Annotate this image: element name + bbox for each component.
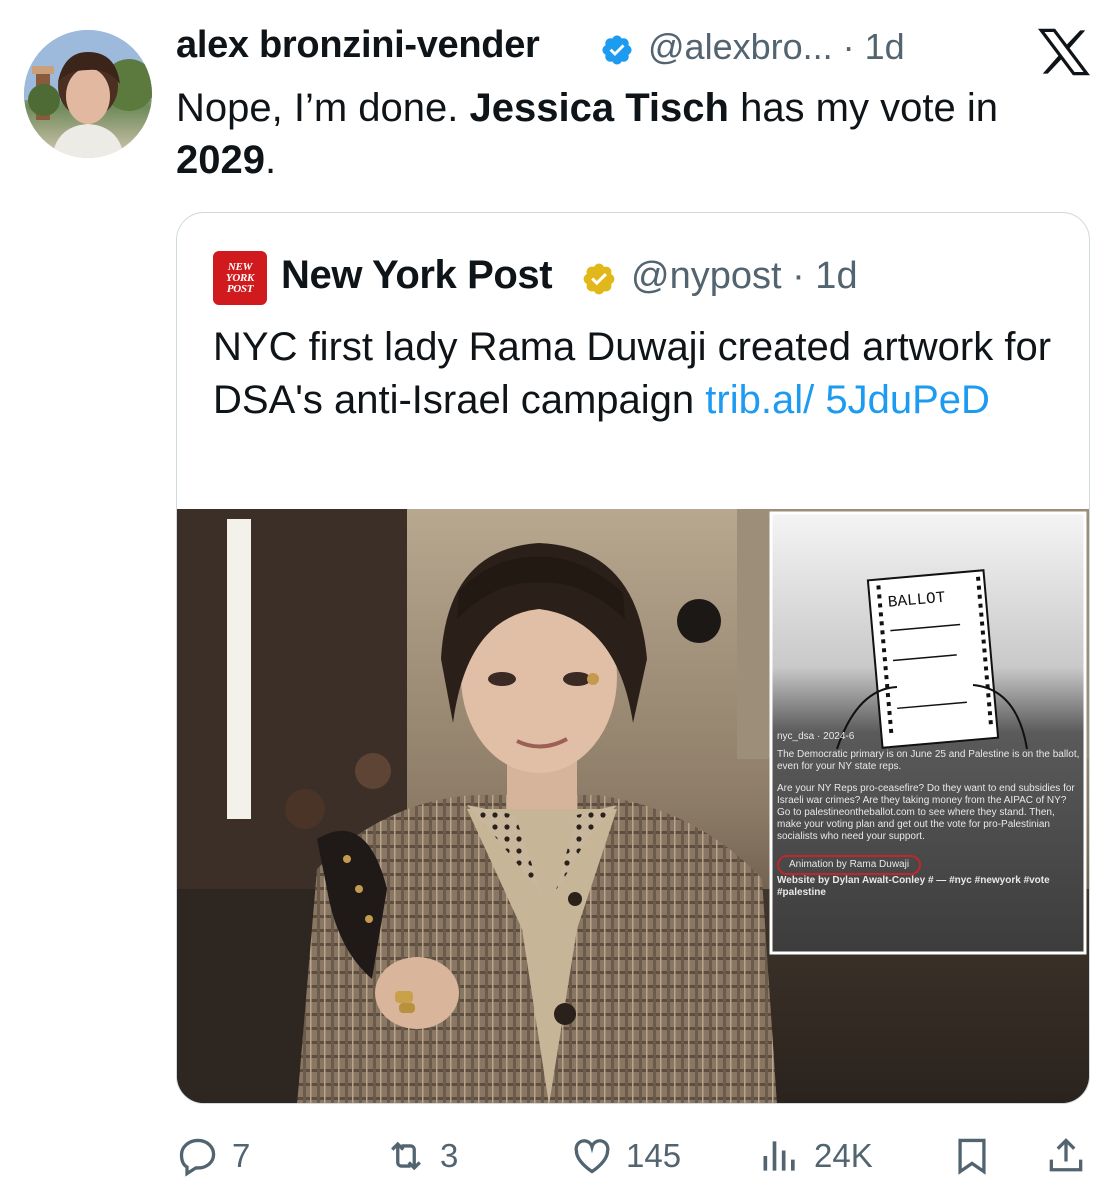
inset-credit-2: Website by Dylan Awalt-Conley # — #nyc #… (777, 875, 1050, 898)
photo-illustration: BALLOT nyc_dsa · 2024-6 The Democratic p… (177, 509, 1089, 1103)
inset-username: nyc_dsa · 2024-6 (777, 731, 855, 742)
handle-timestamp[interactable]: @alexbro... · 1d (648, 26, 905, 68)
bookmark-button[interactable] (950, 1134, 994, 1178)
repost-icon (391, 1141, 421, 1171)
like-button[interactable]: 145 (570, 1134, 681, 1178)
article-photo[interactable]: BALLOT nyc_dsa · 2024-6 The Democratic p… (177, 509, 1089, 1103)
nypost-logo: NEW YORK POST (213, 251, 267, 305)
display-name[interactable]: alex bronzini-vender (176, 24, 540, 67)
views-icon (763, 1141, 795, 1171)
article-link[interactable]: trib.al/ 5JduPeD (705, 378, 990, 422)
share-icon (1049, 1138, 1083, 1172)
inset-caption-2: Are your NY Reps pro-ceasefire? Do they … (777, 783, 1075, 842)
tweet-text: Nope, I’m done. Jessica Tisch has my vot… (176, 86, 998, 182)
views-button[interactable]: 24K (758, 1134, 873, 1178)
quoted-handle-timestamp[interactable]: @nypost · 1d (631, 255, 858, 298)
like-count: 145 (626, 1137, 682, 1174)
x-logo-icon (1038, 28, 1090, 76)
verified-badge-icon (602, 35, 632, 65)
inset-credit-1: Animation by Rama Duwaji (777, 855, 922, 875)
quoted-tweet-text: NYC first lady Rama Duwaji created artwo… (213, 325, 1052, 422)
quoted-display-name[interactable]: New York Post (281, 253, 553, 298)
reply-count: 7 (232, 1137, 251, 1174)
repost-count: 3 (440, 1137, 459, 1174)
bookmark-icon (958, 1138, 986, 1175)
like-icon (574, 1139, 610, 1174)
quoted-tweet-card[interactable]: NEW YORK POST New York Post @nypost · 1d… (176, 212, 1090, 1104)
reply-button[interactable]: 7 (176, 1134, 250, 1178)
reply-icon (179, 1138, 216, 1177)
avatar[interactable] (24, 30, 152, 158)
gold-verified-badge-icon (583, 263, 615, 295)
inset-caption-1: The Democratic primary is on June 25 and… (777, 749, 1080, 772)
share-button[interactable] (1044, 1134, 1088, 1178)
views-count: 24K (814, 1137, 873, 1174)
repost-button[interactable]: 3 (384, 1134, 458, 1178)
